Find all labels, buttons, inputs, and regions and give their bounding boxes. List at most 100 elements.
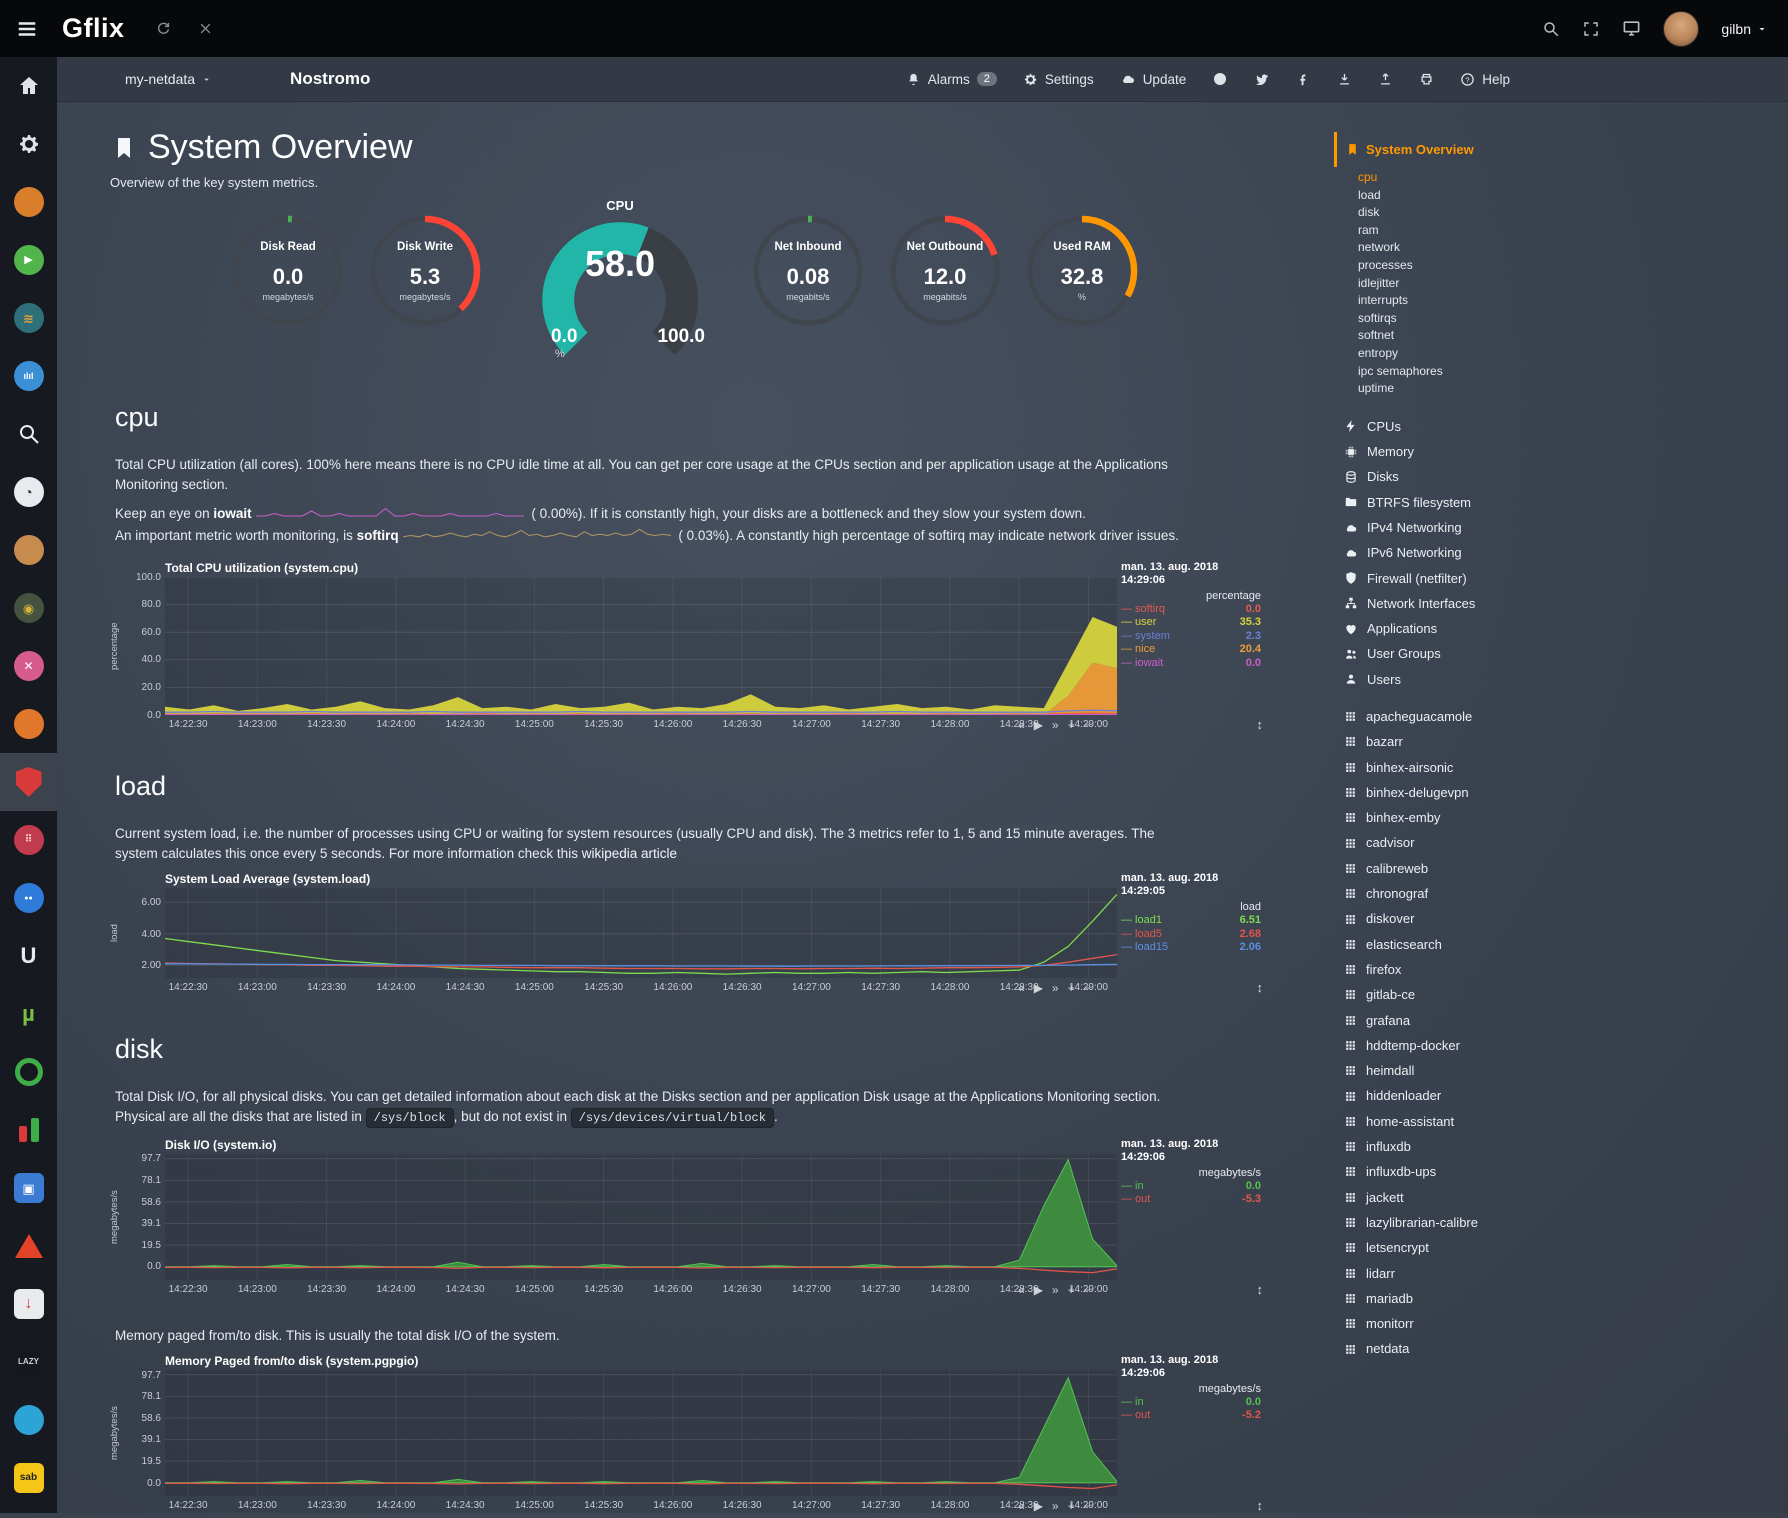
app-icon-blue-tile[interactable]: ▣ — [0, 1159, 57, 1217]
chart-pan-back-button[interactable]: « — [1018, 981, 1025, 995]
toc-sub-processes[interactable]: processes — [1358, 257, 1788, 275]
app-icon-lazylibrarian[interactable]: LAZY — [0, 1333, 57, 1391]
chart-play-button[interactable]: ▶ — [1034, 1283, 1043, 1297]
chart-pan-forward-button[interactable]: » — [1052, 1499, 1059, 1513]
app-icon-gitlab[interactable] — [0, 1217, 57, 1275]
toc-section-applications[interactable]: Applications — [1344, 616, 1788, 641]
hamburger-menu-icon[interactable] — [16, 18, 38, 40]
twitter-icon[interactable] — [1254, 71, 1270, 87]
app-icon-airsonic[interactable]: ılıl — [0, 347, 57, 405]
legend-entry-in[interactable]: — in0.0 — [1121, 1180, 1261, 1194]
chart-resize-handle[interactable]: ↕ — [1257, 1282, 1264, 1297]
legend-entry-out[interactable]: — out-5.2 — [1121, 1409, 1261, 1423]
legend-entry-load1[interactable]: — load16.51 — [1121, 914, 1261, 928]
gauge-disk-write[interactable]: Disk Write5.3megabytes/s — [360, 206, 497, 356]
toc-app-hddtemp-docker[interactable]: hddtemp-docker — [1344, 1033, 1788, 1058]
avatar[interactable] — [1663, 11, 1699, 47]
chart-zoom-out-button[interactable]: − — [1084, 1283, 1091, 1297]
chart-zoom-out-button[interactable]: − — [1084, 718, 1091, 732]
toc-app-binhex-airsonic[interactable]: binhex-airsonic — [1344, 755, 1788, 780]
settings-button[interactable]: Settings — [1023, 72, 1094, 87]
toc-app-hiddenloader[interactable]: hiddenloader — [1344, 1083, 1788, 1108]
toc-app-mariadb[interactable]: mariadb — [1344, 1286, 1788, 1311]
print-icon[interactable] — [1419, 72, 1434, 87]
toc-app-grafana[interactable]: grafana — [1344, 1008, 1788, 1033]
toc-sub-idlejitter[interactable]: idlejitter — [1358, 275, 1788, 293]
toc-section-firewall-netfilter-[interactable]: Firewall (netfilter) — [1344, 566, 1788, 591]
toc-app-cadvisor[interactable]: cadvisor — [1344, 830, 1788, 855]
export-download-icon[interactable] — [1337, 72, 1352, 87]
display-settings-icon[interactable] — [1622, 19, 1641, 38]
app-icon-search[interactable] — [0, 405, 57, 463]
chart-zoom-out-button[interactable]: − — [1084, 1499, 1091, 1513]
toc-app-binhex-delugevpn[interactable]: binhex-delugevpn — [1344, 780, 1788, 805]
chart-pan-back-button[interactable]: « — [1018, 1283, 1025, 1297]
host-dropdown[interactable]: my-netdata — [125, 71, 212, 87]
app-icon-jackett[interactable] — [0, 521, 57, 579]
load-chart[interactable]: System Load Average (system.load)load2.0… — [107, 872, 1265, 1000]
toc-sub-cpu[interactable]: cpu — [1358, 169, 1788, 187]
legend-entry-softirq[interactable]: — softirq0.0 — [1121, 603, 1261, 617]
toc-section-cpus[interactable]: CPUs — [1344, 414, 1788, 439]
legend-entry-out[interactable]: — out-5.3 — [1121, 1193, 1261, 1207]
fullscreen-icon[interactable] — [1582, 20, 1600, 38]
app-icon-flood[interactable]: ⠿ — [0, 811, 57, 869]
toc-app-gitlab-ce[interactable]: gitlab-ce — [1344, 982, 1788, 1007]
app-icon-stats-bars[interactable] — [0, 1101, 57, 1159]
toc-app-chronograf[interactable]: chronograf — [1344, 881, 1788, 906]
toc-sub-ram[interactable]: ram — [1358, 222, 1788, 240]
app-icon-organizr[interactable] — [0, 173, 57, 231]
toc-app-letsencrypt[interactable]: letsencrypt — [1344, 1235, 1788, 1260]
legend-entry-load5[interactable]: — load52.68 — [1121, 928, 1261, 942]
home-icon[interactable] — [0, 57, 57, 115]
toc-sub-ipc-semaphores[interactable]: ipc semaphores — [1358, 363, 1788, 381]
chart-play-button[interactable]: ▶ — [1034, 981, 1043, 995]
memory-paged-chart[interactable]: Memory Paged from/to disk (system.pgpgio… — [107, 1354, 1265, 1518]
import-upload-icon[interactable] — [1378, 72, 1393, 87]
app-icon-plex[interactable]: ≋ — [0, 289, 57, 347]
chart-resize-handle[interactable]: ↕ — [1257, 980, 1264, 995]
toc-sub-softnet[interactable]: softnet — [1358, 327, 1788, 345]
help-button[interactable]: Help — [1460, 72, 1510, 87]
user-menu[interactable]: gilbn — [1721, 21, 1768, 37]
toc-app-elasticsearch[interactable]: elasticsearch — [1344, 932, 1788, 957]
gauge-used-ram[interactable]: Used RAM32.8% — [1017, 206, 1154, 356]
gauge-net-inbound[interactable]: Net Inbound0.08megabits/s — [743, 206, 880, 356]
search-icon[interactable] — [1542, 20, 1560, 38]
chart-zoom-in-button[interactable]: + — [1068, 1499, 1075, 1513]
toc-sub-uptime[interactable]: uptime — [1358, 380, 1788, 398]
chart-pan-forward-button[interactable]: » — [1052, 981, 1059, 995]
chart-zoom-in-button[interactable]: + — [1068, 1283, 1075, 1297]
update-button[interactable]: Update — [1120, 71, 1187, 87]
gauge-cpu[interactable]: CPU58.00.0100.0% — [517, 198, 723, 368]
toc-section-network-interfaces[interactable]: Network Interfaces — [1344, 591, 1788, 616]
app-icon-emby[interactable]: ▶ — [0, 231, 57, 289]
toc-app-influxdb-ups[interactable]: influxdb-ups — [1344, 1159, 1788, 1184]
app-icon-shield[interactable] — [0, 753, 57, 811]
toc-section-memory[interactable]: Memory — [1344, 439, 1788, 464]
chart-pan-forward-button[interactable]: » — [1052, 1283, 1059, 1297]
chart-zoom-in-button[interactable]: + — [1068, 981, 1075, 995]
gauge-disk-read[interactable]: Disk Read0.0megabytes/s — [223, 206, 360, 356]
toc-section-user-groups[interactable]: User Groups — [1344, 641, 1788, 666]
toc-app-lidarr[interactable]: lidarr — [1344, 1261, 1788, 1286]
toc-app-bazarr[interactable]: bazarr — [1344, 729, 1788, 754]
app-icon-scissors[interactable]: ✕ — [0, 637, 57, 695]
app-icon-sabnzbd[interactable]: sab — [0, 1449, 57, 1507]
app-icon-radarr[interactable]: ◔ — [0, 463, 57, 521]
toc-section-btrfs-filesystem[interactable]: BTRFS filesystem — [1344, 490, 1788, 515]
app-icon-download[interactable]: ↓ — [0, 1275, 57, 1333]
toc-sub-interrupts[interactable]: interrupts — [1358, 292, 1788, 310]
chart-pan-back-button[interactable]: « — [1018, 1499, 1025, 1513]
facebook-icon[interactable] — [1296, 72, 1311, 87]
toc-sub-entropy[interactable]: entropy — [1358, 345, 1788, 363]
app-icon-tautulli[interactable]: ◉ — [0, 579, 57, 637]
toc-sub-softirqs[interactable]: softirqs — [1358, 310, 1788, 328]
wikipedia-link[interactable]: wikipedia article — [582, 846, 677, 861]
disk-io-chart[interactable]: Disk I/O (system.io)megabytes/s0.019.539… — [107, 1138, 1265, 1302]
close-tab-icon[interactable] — [198, 21, 213, 36]
toc-app-heimdall[interactable]: heimdall — [1344, 1058, 1788, 1083]
toc-app-firefox[interactable]: firefox — [1344, 957, 1788, 982]
chart-resize-handle[interactable]: ↕ — [1257, 717, 1264, 732]
toc-sub-load[interactable]: load — [1358, 187, 1788, 205]
